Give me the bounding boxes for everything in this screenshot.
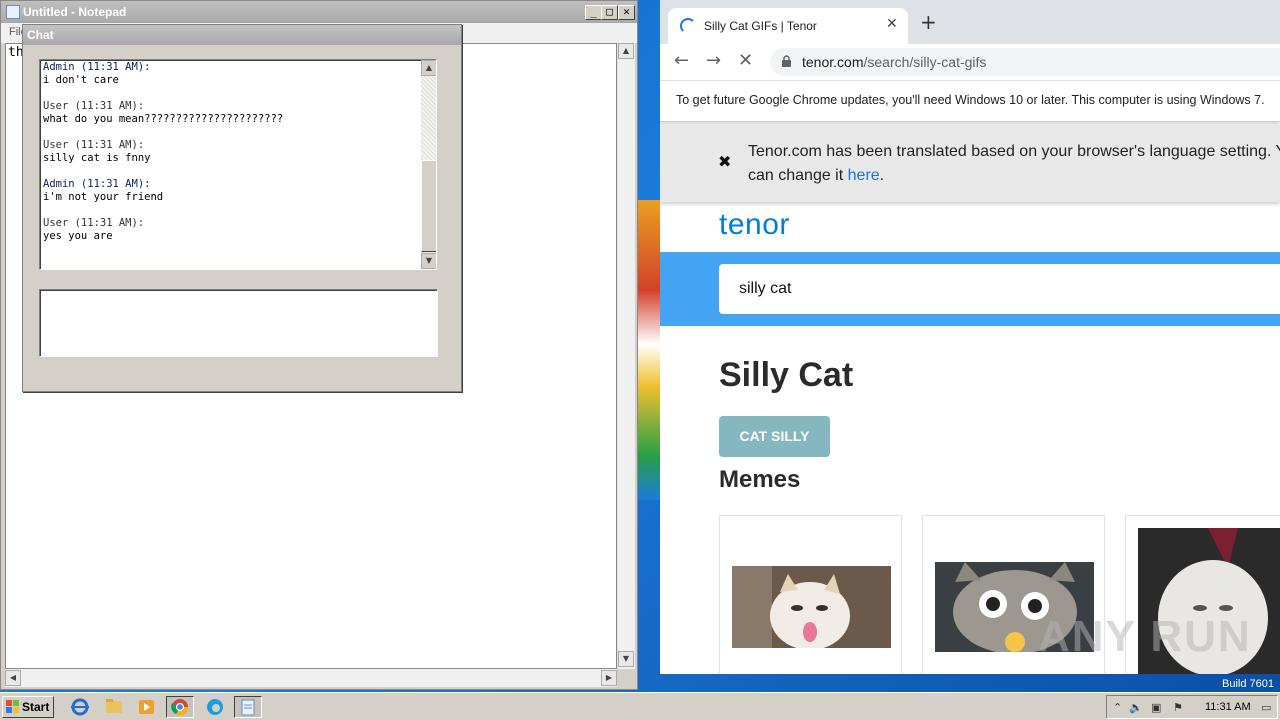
forward-arrow-icon[interactable]: → bbox=[706, 50, 721, 71]
watermark: ANY RUN bbox=[1038, 612, 1252, 661]
tab-silly-cat[interactable]: Silly Cat GIFs | Tenor ✕ bbox=[668, 8, 908, 44]
message-header: Admin (11:31 AM): bbox=[43, 61, 151, 73]
message-body: i don't care bbox=[43, 74, 119, 86]
new-tab-button[interactable]: + bbox=[920, 12, 937, 32]
tenor-logo[interactable]: tenor bbox=[719, 208, 790, 242]
chat-scrollbar[interactable]: ▲ ▼ bbox=[421, 60, 436, 269]
url-path: /search/silly-cat-gifs bbox=[863, 54, 987, 70]
notepad-vertical-scrollbar[interactable]: ▲ ▼ bbox=[617, 43, 635, 669]
infobar-text: To get future Google Chrome updates, you… bbox=[676, 93, 1265, 107]
scroll-down-icon[interactable]: ▼ bbox=[618, 651, 634, 667]
banner-close-icon[interactable]: ✖ bbox=[718, 152, 731, 171]
notepad-title: Untitled - Notepad bbox=[23, 5, 127, 19]
chat-log[interactable]: Admin (11:31 AM): i don't care User (11:… bbox=[39, 59, 437, 270]
loading-spinner-icon bbox=[680, 18, 696, 34]
tenor-page: ✖ Tenor.com has been translated based on… bbox=[660, 124, 1280, 674]
scroll-thumb[interactable] bbox=[421, 160, 436, 252]
internet-explorer-icon[interactable] bbox=[66, 696, 94, 718]
tab-title: Silly Cat GIFs | Tenor bbox=[704, 19, 817, 33]
build-label: Build 7601 bbox=[1222, 678, 1274, 690]
tab-strip: Silly Cat GIFs | Tenor ✕ + bbox=[660, 0, 1280, 44]
media-player-icon[interactable] bbox=[133, 696, 161, 718]
lock-icon bbox=[782, 55, 791, 67]
taskbar: Start ⌃ 🔈 ▣ ⚑ 11:31 AM ▭ bbox=[0, 692, 1280, 720]
action-center-flag-icon[interactable]: ⚑ bbox=[1173, 701, 1183, 714]
notepad-icon[interactable] bbox=[234, 696, 262, 718]
chat-message: User (11:31 AM): what do you mean???????… bbox=[43, 100, 283, 126]
search-band: silly cat bbox=[660, 252, 1280, 326]
show-desktop-icon[interactable]: ▭ bbox=[1261, 701, 1271, 714]
message-body: what do you mean?????????????????????? bbox=[43, 113, 284, 125]
start-label: Start bbox=[22, 700, 50, 714]
maximize-button[interactable]: □ bbox=[601, 5, 618, 20]
translate-banner: ✖ Tenor.com has been translated based on… bbox=[660, 124, 1280, 202]
translate-end: . bbox=[879, 167, 885, 184]
chat-title: Chat bbox=[27, 28, 54, 42]
stop-loading-icon[interactable]: ✕ bbox=[738, 50, 753, 71]
scroll-up-icon[interactable]: ▲ bbox=[421, 60, 436, 76]
message-header: User (11:31 AM): bbox=[43, 217, 145, 229]
notepad-titlebar[interactable]: Untitled - Notepad _ □ ✕ bbox=[1, 1, 637, 23]
start-button[interactable]: Start bbox=[2, 696, 54, 718]
chat-titlebar[interactable]: Chat bbox=[23, 25, 461, 45]
message-body: yes you are bbox=[43, 230, 113, 242]
wallpaper-graphic bbox=[638, 200, 660, 500]
edge-icon[interactable] bbox=[201, 696, 229, 718]
scroll-left-icon[interactable]: ◀ bbox=[5, 670, 21, 686]
translate-message: Tenor.com has been translated based on y… bbox=[748, 140, 1280, 188]
chat-message: User (11:31 AM): yes you are bbox=[43, 217, 144, 243]
network-icon[interactable]: ▣ bbox=[1151, 701, 1161, 714]
chat-message: Admin (11:31 AM): i'm not your friend bbox=[43, 178, 163, 204]
message-header: User (11:31 AM): bbox=[43, 100, 145, 112]
cat-gif-image bbox=[732, 566, 891, 648]
minimize-button[interactable]: _ bbox=[585, 5, 602, 20]
notepad-horizontal-scrollbar[interactable]: ◀ ▶ bbox=[5, 669, 617, 687]
system-tray: ⌃ 🔈 ▣ ⚑ 11:31 AM ▭ bbox=[1106, 695, 1278, 719]
scroll-down-icon[interactable]: ▼ bbox=[421, 253, 436, 269]
notepad-icon bbox=[6, 5, 20, 19]
address-bar[interactable]: tenor.com/search/silly-cat-gifs bbox=[770, 48, 1280, 76]
url-text: tenor.com/search/silly-cat-gifs bbox=[802, 54, 986, 70]
message-body: silly cat is fnny bbox=[43, 152, 151, 164]
windows-logo-icon bbox=[6, 700, 19, 713]
browser-toolbar: ← → ✕ tenor.com/search/silly-cat-gifs bbox=[660, 44, 1280, 80]
translate-link[interactable]: here bbox=[848, 167, 880, 184]
show-hidden-icons-icon[interactable]: ⌃ bbox=[1113, 701, 1122, 714]
chrome-icon[interactable] bbox=[166, 696, 194, 718]
scroll-right-icon[interactable]: ▶ bbox=[601, 670, 617, 686]
search-input[interactable]: silly cat bbox=[719, 264, 1280, 314]
section-title: Memes bbox=[719, 466, 801, 493]
message-header: User (11:31 AM): bbox=[43, 139, 145, 151]
back-arrow-icon[interactable]: ← bbox=[674, 50, 689, 71]
close-button[interactable]: ✕ bbox=[618, 5, 635, 20]
update-infobar: To get future Google Chrome updates, you… bbox=[660, 80, 1280, 122]
volume-icon[interactable]: 🔈 bbox=[1129, 701, 1143, 714]
chat-message: Admin (11:31 AM): i don't care bbox=[43, 61, 150, 87]
tab-close-icon[interactable]: ✕ bbox=[886, 16, 898, 32]
chrome-window: Silly Cat GIFs | Tenor ✕ + ← → ✕ tenor.c… bbox=[660, 0, 1280, 674]
chat-message: User (11:31 AM): silly cat is fnny bbox=[43, 139, 150, 165]
scroll-up-icon[interactable]: ▲ bbox=[618, 43, 634, 59]
file-explorer-icon[interactable] bbox=[100, 696, 128, 718]
clock[interactable]: 11:31 AM bbox=[1205, 701, 1251, 713]
url-host: tenor.com bbox=[802, 54, 864, 70]
gif-card[interactable] bbox=[719, 515, 902, 674]
page-title: Silly Cat bbox=[719, 356, 854, 394]
tag-button-cat-silly[interactable]: CAT SILLY bbox=[719, 416, 830, 457]
message-body: i'm not your friend bbox=[43, 191, 164, 203]
chat-message-input[interactable] bbox=[39, 289, 438, 357]
message-header: Admin (11:31 AM): bbox=[43, 178, 151, 190]
chat-window: Chat Admin (11:31 AM): i don't care User… bbox=[22, 24, 462, 392]
search-query: silly cat bbox=[739, 280, 792, 297]
translate-text: Tenor.com has been translated based on y… bbox=[748, 143, 1280, 184]
